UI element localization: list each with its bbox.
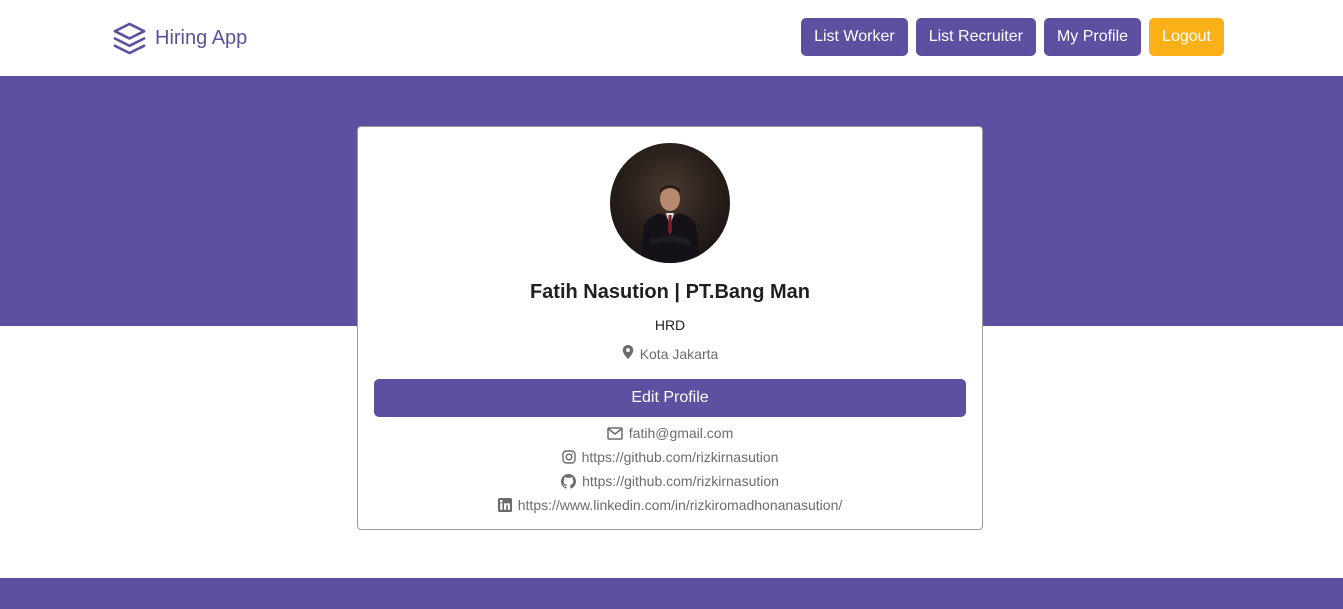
edit-profile-button[interactable]: Edit Profile xyxy=(374,379,966,417)
map-pin-icon xyxy=(622,345,634,362)
contact-email: fatih@gmail.com xyxy=(358,421,982,445)
my-profile-button[interactable]: My Profile xyxy=(1043,18,1142,56)
top-navbar: Hiring App List Worker List Recruiter My… xyxy=(0,0,1343,76)
profile-role: HRD xyxy=(654,317,686,333)
avatar xyxy=(610,143,730,263)
contact-instagram: https://github.com/rizkirnasution xyxy=(358,445,982,469)
email-text[interactable]: fatih@gmail.com xyxy=(629,425,733,441)
linkedin-icon xyxy=(497,498,512,512)
contact-github: https://github.com/rizkirnasution xyxy=(358,469,982,493)
instagram-icon xyxy=(561,450,576,464)
github-link[interactable]: https://github.com/rizkirnasution xyxy=(582,473,779,489)
nav-buttons: List Worker List Recruiter My Profile Lo… xyxy=(801,18,1224,56)
footer-band xyxy=(0,578,1343,609)
linkedin-link[interactable]: https://www.linkedin.com/in/rizkiromadho… xyxy=(518,497,843,513)
github-icon xyxy=(561,473,577,489)
layers-icon xyxy=(112,21,147,56)
list-worker-button[interactable]: List Worker xyxy=(801,18,908,56)
brand-name: Hiring App xyxy=(155,26,248,49)
mail-icon xyxy=(607,426,623,440)
contact-linkedin: https://www.linkedin.com/in/rizkiromadho… xyxy=(358,493,982,517)
logout-button[interactable]: Logout xyxy=(1149,18,1224,56)
instagram-link[interactable]: https://github.com/rizkirnasution xyxy=(582,449,779,465)
profile-card: Fatih Nasution | PT.Bang Man HRD Kota Ja… xyxy=(357,126,983,530)
contact-list: fatih@gmail.com https://github.com/rizki… xyxy=(358,421,982,517)
profile-name: Fatih Nasution | PT.Bang Man xyxy=(529,281,811,303)
brand-logo-link[interactable]: Hiring App xyxy=(112,20,247,56)
location-text: Kota Jakarta xyxy=(639,345,719,362)
list-recruiter-button[interactable]: List Recruiter xyxy=(915,18,1036,56)
profile-location: Kota Jakarta xyxy=(358,345,982,362)
